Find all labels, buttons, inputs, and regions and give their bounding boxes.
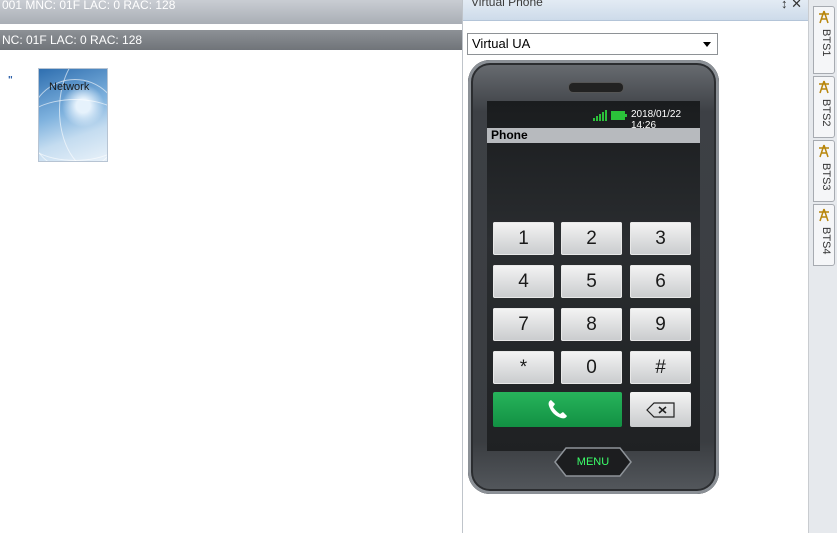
bts-tower-icon — [817, 10, 831, 24]
key-7[interactable]: 7 — [493, 308, 554, 341]
battery-icon — [611, 111, 627, 120]
panel-divider — [462, 0, 463, 533]
menu-button[interactable]: MENU — [554, 446, 632, 478]
key-1[interactable]: 1 — [493, 222, 554, 255]
cell-info-bar-top: 001 MNC: 01F LAC: 0 RAC: 128 — [0, 0, 462, 24]
connection-marker: " — [8, 75, 13, 86]
status-bar: 2018/01/22 14:26 — [487, 109, 700, 131]
bts-tower-icon — [817, 144, 831, 158]
phone-handset-icon — [548, 400, 567, 419]
key-star[interactable]: * — [493, 351, 554, 384]
cell-info-text-top: 001 MNC: 01F LAC: 0 RAC: 128 — [2, 0, 176, 12]
tab-label: BTS3 — [820, 163, 832, 191]
network-icon[interactable]: Network — [38, 68, 108, 162]
key-9[interactable]: 9 — [630, 308, 691, 341]
key-hash[interactable]: # — [630, 351, 691, 384]
tab-bts3[interactable]: BTS3 — [813, 140, 835, 202]
speaker-grille — [568, 82, 624, 93]
tab-bts4[interactable]: BTS4 — [813, 204, 835, 266]
key-8[interactable]: 8 — [561, 308, 622, 341]
ua-select-value: Virtual UA — [472, 36, 531, 51]
key-4[interactable]: 4 — [493, 265, 554, 298]
screen-title: Phone — [487, 128, 700, 143]
cell-info-text: NC: 01F LAC: 0 RAC: 128 — [2, 33, 143, 47]
virtual-phone-panel-header: Virtual Phone ↕ ✕ — [463, 0, 808, 21]
panel-title: Virtual Phone — [471, 0, 543, 9]
key-5[interactable]: 5 — [561, 265, 622, 298]
key-2[interactable]: 2 — [561, 222, 622, 255]
backspace-button[interactable] — [630, 392, 691, 427]
menu-label: MENU — [576, 456, 610, 468]
close-icon[interactable]: ✕ — [791, 0, 802, 11]
virtual-phone-device: 2018/01/22 14:26 Phone 1 2 3 4 5 6 7 8 9… — [468, 60, 719, 494]
tab-label: BTS1 — [820, 29, 832, 57]
cell-info-bar: NC: 01F LAC: 0 RAC: 128 — [0, 30, 462, 50]
ua-select[interactable]: Virtual UA — [467, 33, 718, 55]
tab-label: BTS4 — [820, 227, 832, 255]
call-button[interactable] — [493, 392, 622, 427]
tab-bts2[interactable]: BTS2 — [813, 76, 835, 138]
key-6[interactable]: 6 — [630, 265, 691, 298]
tab-bts1[interactable]: BTS1 — [813, 6, 835, 74]
network-icon-label: Network — [49, 81, 90, 93]
key-0[interactable]: 0 — [561, 351, 622, 384]
bts-tower-icon — [817, 80, 831, 94]
key-3[interactable]: 3 — [630, 222, 691, 255]
chevron-down-icon[interactable] — [703, 42, 711, 47]
pin-icon[interactable]: ↕ — [781, 0, 788, 11]
backspace-icon — [646, 402, 675, 418]
tab-label: BTS2 — [820, 99, 832, 127]
bts-tower-icon — [817, 208, 831, 222]
